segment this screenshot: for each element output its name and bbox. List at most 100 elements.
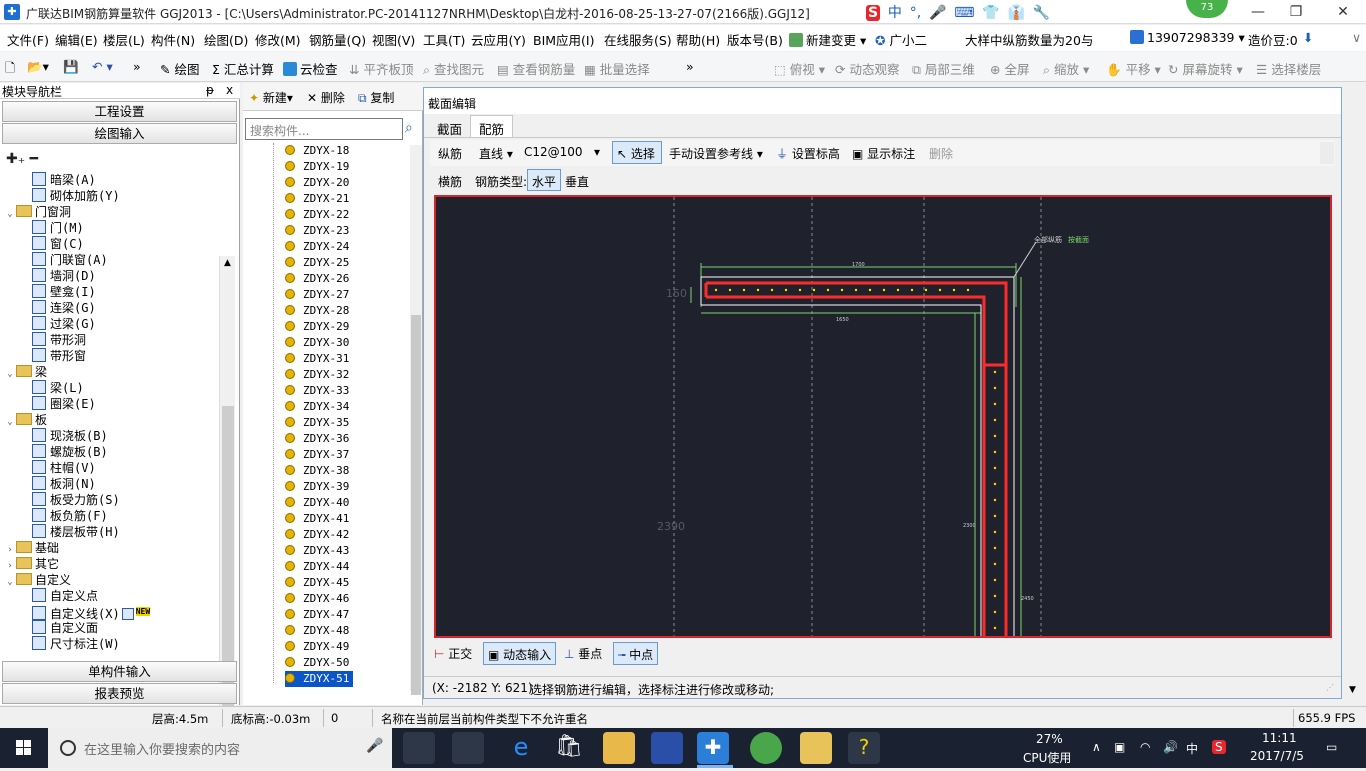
component-list-item[interactable]: ZDYX-51 [285,671,354,687]
ime-toolbar[interactable]: S 中 °, 🎤 ⌨ 👕 👔 🔧 [866,2,1052,24]
collapse-icon[interactable]: ⌄ [4,574,16,590]
nav-tree-item[interactable]: 暗梁(A) [32,172,96,188]
sogou-icon[interactable]: S [866,5,881,21]
nav-tree-item[interactable]: 自定义面 [32,620,98,636]
nav-tree-item[interactable]: 尺寸标注(W) [32,636,120,652]
maximize-icon[interactable]: ❐ [1278,2,1314,22]
single-input-button[interactable]: 单构件输入 [2,661,237,682]
nav-tree-item[interactable]: ⌄ 梁 [4,364,47,380]
ime-punct[interactable]: °, [910,5,921,21]
component-list-item[interactable]: ZDYX-23 [285,223,349,239]
nav-tree-item[interactable]: 螺旋板(B) [32,444,108,460]
tab-reinforcement[interactable]: 配筋 [470,115,514,137]
keyboard-icon[interactable]: ⌨ [954,5,974,21]
cpu-percent[interactable]: 27% [1036,732,1063,746]
new-component-button[interactable]: ✦ 新建▾ [249,89,293,106]
nav-tree-item[interactable]: 门(M) [32,220,84,236]
nav-tree-item[interactable]: 砌体加筋(Y) [32,188,120,204]
pan-button[interactable]: ✋ 平移 ▾ [1106,59,1161,78]
save-icon[interactable]: 💾 [63,59,79,75]
dim-2390-text[interactable]: 2390 [657,520,685,533]
label-green[interactable]: 按截面 [1068,235,1089,244]
component-list-item[interactable]: ZDYX-50 [285,655,349,671]
nav-tree-item[interactable]: 窗(C) [32,236,84,252]
menu-online[interactable]: 在线服务(S) [604,30,672,49]
rotate-button[interactable]: ↻ 屏幕旋转 ▾ [1168,59,1243,78]
copy-component-button[interactable]: ⧉ 复制 [358,89,394,106]
download-icon[interactable]: ⬇ [1303,30,1313,45]
new-change-button[interactable]: 新建变更 ▾ [789,30,866,49]
wifi-icon[interactable]: ◠ [1140,740,1150,754]
local-3d-button[interactable]: ⧉ 局部三维 [912,59,975,78]
menu-component[interactable]: 构件(N) [151,30,195,49]
skin-icon[interactable]: 👕 [982,5,999,21]
menu-file[interactable]: 文件(F) [7,30,49,49]
component-list-item[interactable]: ZDYX-30 [285,335,349,351]
cloud-check-button[interactable]: 云检查 [283,59,338,78]
microphone-icon[interactable]: 🎤 [929,5,946,21]
component-list-item[interactable]: ZDYX-24 [285,239,349,255]
component-list-item[interactable]: ZDYX-39 [285,479,349,495]
select-button[interactable]: ↖ 选择 [612,141,662,164]
component-list-item[interactable]: ZDYX-42 [285,527,349,543]
nav-tree-item[interactable]: 过梁(G) [32,316,96,332]
pin-icon[interactable]: ᵽ [206,83,214,97]
shirt-icon[interactable]: 👔 [1008,5,1025,21]
taskview-icon[interactable] [403,732,435,764]
nav-tree-item[interactable]: ⌄ 自定义 [4,572,71,588]
tray-app-icon[interactable]: ▣ [1114,740,1125,754]
view-rebar-button[interactable]: ▤ 查看钢筋量 [497,59,575,78]
align-slab-button[interactable]: ⇊ 平齐板顶 [349,59,413,78]
spec-dropdown-icon[interactable]: ▾ [594,145,600,159]
start-button[interactable] [0,728,48,768]
undo-icon[interactable]: ↶ ▾ [92,59,113,74]
line-type-select[interactable]: 直线 ▾ [479,145,513,162]
component-list-item[interactable]: ZDYX-35 [285,415,349,431]
component-scrollbar[interactable] [410,145,422,695]
nav-tree-item[interactable]: 自定义点 [32,588,98,604]
rebar-lines[interactable] [704,281,1008,636]
delete-rebar-button[interactable]: 删除 [929,145,953,162]
collapse-icon[interactable]: ⌄ [4,414,16,430]
assistant-button[interactable]: ✪ 广小二 [875,30,927,49]
overflow-icon[interactable]: » [133,59,141,74]
component-list-item[interactable]: ZDYX-44 [285,559,349,575]
nav-tree-item[interactable]: 板负筋(F) [32,508,108,524]
component-list-item[interactable]: ZDYX-48 [285,623,349,639]
component-list-item[interactable]: ZDYX-34 [285,399,349,415]
nav-tree-item[interactable]: 板受力筋(S) [32,492,120,508]
nav-tree-item[interactable]: 门联窗(A) [32,252,108,268]
dim-bottom-text[interactable]: 2450 [1021,596,1034,602]
nav-tree-item[interactable]: 圈梁(E) [32,396,96,412]
user-phone[interactable]: 13907298339 ▾ [1130,30,1245,45]
label-all-long[interactable]: 全部纵筋 [1034,235,1062,244]
nav-tree-item[interactable]: 梁(L) [32,380,84,396]
taskbar-search-input[interactable]: 在这里输入你要搜索的内容 [48,728,392,768]
draw-button[interactable]: ✎ 绘图 [160,59,199,78]
minimize-icon[interactable]: — [1240,2,1276,22]
explorer-icon[interactable] [603,732,635,764]
dyn-input-button[interactable]: ▣ 动态输入 [483,642,557,665]
nav-close-icon[interactable]: x [226,83,233,97]
notification-icon[interactable]: ▭ [1326,740,1337,754]
expand-all-icon[interactable]: ✚₊ ━ [6,151,38,167]
component-list-item[interactable]: ZDYX-41 [285,511,349,527]
component-list-item[interactable]: ZDYX-38 [285,463,349,479]
component-list-item[interactable]: ZDYX-49 [285,639,349,655]
scroll-down-icon[interactable]: ▼ [1349,685,1356,695]
store-icon[interactable]: 🛍 [553,732,585,764]
report-preview-button[interactable]: 报表预览 [2,683,237,704]
app-s-icon[interactable] [651,732,683,764]
component-list-item[interactable]: ZDYX-20 [285,175,349,191]
dim-mid-text[interactable]: 1650 [836,317,849,323]
component-list-item[interactable]: ZDYX-25 [285,255,349,271]
nav-tree-item[interactable]: 带形洞 [32,332,86,348]
nav-tree-item[interactable]: 带形窗 [32,348,86,364]
component-list-item[interactable]: ZDYX-19 [285,159,349,175]
tab-section[interactable]: 截面 [428,115,471,137]
select-floor-button[interactable]: ☰ 选择楼层 [1256,59,1321,78]
ggj-app-icon[interactable]: ✚ [697,732,729,764]
horizontal-button[interactable]: 水平 [527,169,562,191]
component-list-item[interactable]: ZDYX-28 [285,303,349,319]
component-list-item[interactable]: ZDYX-43 [285,543,349,559]
